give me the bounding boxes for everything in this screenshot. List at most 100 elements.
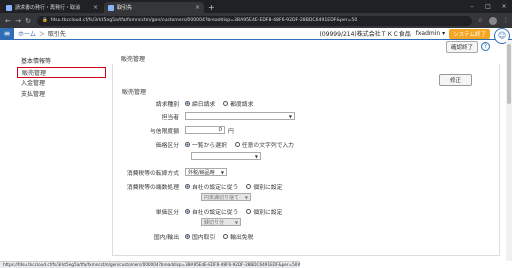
chevron-down-icon: ▼ — [288, 113, 292, 119]
maximize-icon[interactable]: □ — [480, 3, 496, 10]
url-field[interactable]: 🔒 fdsu.tkccloud.cf/fs/3rkt5eg5a/tfa/fxmn… — [37, 15, 472, 26]
sidebar: 基本情報等 販売管理 入金管理 支払管理 — [0, 56, 112, 100]
page-section-title: 販売管理 — [121, 56, 146, 63]
billing-closing-radio[interactable]: 締日請求 — [185, 99, 215, 108]
user-name: fxadmin — [415, 30, 441, 37]
system-exit-button[interactable]: システム終了 — [449, 28, 490, 39]
tab-label: 取引先 — [117, 5, 133, 11]
option-label: 締日請求 — [192, 101, 216, 108]
option-label: 一覧から選択 — [192, 142, 227, 149]
lock-icon: 🔒 — [42, 18, 48, 23]
billing-each-radio[interactable]: 都度請求 — [223, 99, 253, 108]
field-label: 単価区分 — [155, 209, 179, 216]
minimize-icon[interactable]: – — [464, 3, 480, 10]
profile-avatar[interactable] — [489, 16, 497, 25]
hamburger-menu-icon[interactable]: ≡ — [0, 27, 14, 40]
breadcrumb-separator: ＞ — [38, 31, 45, 38]
sidebar-item-receipts[interactable]: 入金管理 — [0, 78, 112, 89]
tax-method-select[interactable]: 外税/納品時 ▼ — [185, 168, 227, 176]
credit-limit-row: 与信限度額 0 円 — [113, 125, 234, 135]
browser-tab-customers[interactable]: 取引先 × — [104, 2, 204, 13]
company-name: (09999/214)株式会社ＴＫＣ食品 — [319, 31, 411, 38]
star-icon[interactable]: ☆ — [478, 17, 483, 24]
tax-rounding-custom-radio[interactable]: 個別に設定 — [246, 182, 282, 191]
tab-favicon-icon — [6, 4, 12, 11]
url-text: fdsu.tkccloud.cf/fs/3rkt5eg5a/tfa/fxmncs… — [50, 18, 358, 23]
radio-on-icon — [185, 208, 190, 214]
rounding-custom-radio[interactable]: 個別に設定 — [246, 207, 282, 216]
option-label: 輸出免税 — [230, 234, 254, 241]
sidebar-item-sales[interactable]: 販売管理 — [17, 67, 106, 78]
tax-rounding-select-row: 円未満切り捨て ▼ — [201, 192, 251, 202]
price-select-row: ▼ — [191, 151, 261, 161]
close-tab-icon[interactable]: × — [93, 4, 98, 11]
select-value: 外税/納品時 — [188, 169, 215, 176]
reload-icon[interactable]: ↻ — [23, 17, 33, 25]
tax-method-row: 消費税等の転嫁方式 外税/納品時 ▼ — [113, 167, 227, 177]
status-bar-url: https://fdsu.tkccloud.cf/fs/3rkt5eg5a/tf… — [0, 261, 300, 268]
section-label: 販売管理 — [122, 89, 147, 96]
app-header: ≡ ホーム＞取引先 (09999/214)株式会社ＴＫＣ食品 fxadmin ▾… — [0, 27, 512, 40]
chevron-down-icon: ▼ — [254, 153, 258, 159]
radio-off-icon — [246, 208, 252, 214]
menu-dots-icon[interactable]: ⋮ — [503, 17, 509, 24]
option-label: 任意の文字列で入力 — [241, 142, 294, 149]
staff-row: 担当者 ▼ — [113, 111, 295, 121]
tax-rounding-company-radio[interactable]: 自社の設定に従う — [185, 182, 238, 191]
back-icon[interactable]: ← — [3, 17, 13, 25]
price-class-select[interactable]: ▼ — [191, 152, 261, 160]
option-label: 自社の設定に従う — [192, 209, 239, 216]
user-menu[interactable]: fxadmin ▾ — [416, 30, 445, 37]
unit-label: 円 — [228, 128, 234, 135]
panel-header: 修正 — [113, 64, 500, 90]
sales-panel: 修正 販売管理 請求種別 締日請求 都度請求 担当者 ▼ 与信限度額 0 円 価… — [112, 64, 500, 256]
page-scrollbar[interactable] — [506, 40, 512, 261]
select-value: 円未満切り捨て — [204, 194, 240, 201]
forward-icon[interactable]: → — [13, 17, 23, 25]
staff-select[interactable]: ▼ — [185, 112, 295, 120]
tab-label: 請求書の発行・再発行・取消 — [15, 5, 81, 11]
close-window-icon[interactable]: × — [496, 3, 512, 10]
sidebar-item-basic-info[interactable]: 基本情報等 — [0, 56, 112, 67]
rounding-select-row: 銭切り分 ▼ — [201, 217, 241, 227]
option-label: 自社の設定に従う — [192, 184, 239, 191]
option-label: 個別に設定 — [253, 184, 283, 191]
export-radio[interactable]: 輸出免税 — [223, 232, 253, 241]
close-tab-icon[interactable]: × — [195, 4, 200, 11]
option-label: 都度請求 — [230, 101, 254, 108]
help-icon[interactable]: ? — [481, 42, 490, 51]
chevron-down-icon: ▼ — [244, 194, 248, 200]
radio-off-icon — [223, 233, 229, 239]
chevron-down-icon: ▼ — [220, 169, 224, 175]
browser-tab-bar: 請求書の発行・再発行・取消 × 取引先 × + – □ × — [0, 0, 512, 13]
radio-on-icon — [185, 183, 190, 189]
edit-button[interactable]: 修正 — [438, 74, 472, 86]
window-controls: – □ × — [464, 0, 512, 13]
billing-type-row: 請求種別 締日請求 都度請求 — [113, 98, 261, 108]
rounding-class-row: 単価区分 自社の設定に従う 個別に設定 — [113, 206, 290, 216]
field-label: 担当者 — [161, 114, 179, 121]
field-label: 与信限度額 — [150, 128, 179, 135]
field-label: 請求種別 — [155, 101, 179, 108]
scrollbar-thumb[interactable] — [507, 44, 511, 104]
new-tab-icon[interactable]: + — [208, 2, 215, 13]
radio-on-icon — [185, 100, 190, 106]
breadcrumb-home-link[interactable]: ホーム — [18, 31, 36, 38]
rounding-company-radio[interactable]: 自社の設定に従う — [185, 207, 238, 216]
price-free-radio[interactable]: 任意の文字列で入力 — [234, 140, 294, 149]
radio-on-icon — [185, 233, 190, 239]
field-label: 国内/輸出 — [153, 234, 179, 241]
credit-limit-input[interactable]: 0 — [185, 126, 225, 134]
confirm-exit-button[interactable]: 確認終了 — [445, 41, 478, 53]
radio-off-icon — [234, 141, 240, 147]
price-list-radio[interactable]: 一覧から選択 — [185, 140, 227, 149]
breadcrumb: ホーム＞取引先 — [18, 29, 66, 38]
field-label: 消費税等の端数処理 — [126, 184, 179, 191]
domestic-radio[interactable]: 国内取引 — [185, 232, 215, 241]
field-label: 消費税等の転嫁方式 — [126, 170, 179, 177]
option-label: 国内取引 — [192, 234, 216, 241]
browser-tab-invoice[interactable]: 請求書の発行・再発行・取消 × — [2, 2, 102, 13]
sidebar-item-payments[interactable]: 支払管理 — [0, 89, 112, 100]
price-class-row: 価格区分 一覧から選択 任意の文字列で入力 — [113, 139, 302, 149]
radio-off-icon — [246, 183, 252, 189]
